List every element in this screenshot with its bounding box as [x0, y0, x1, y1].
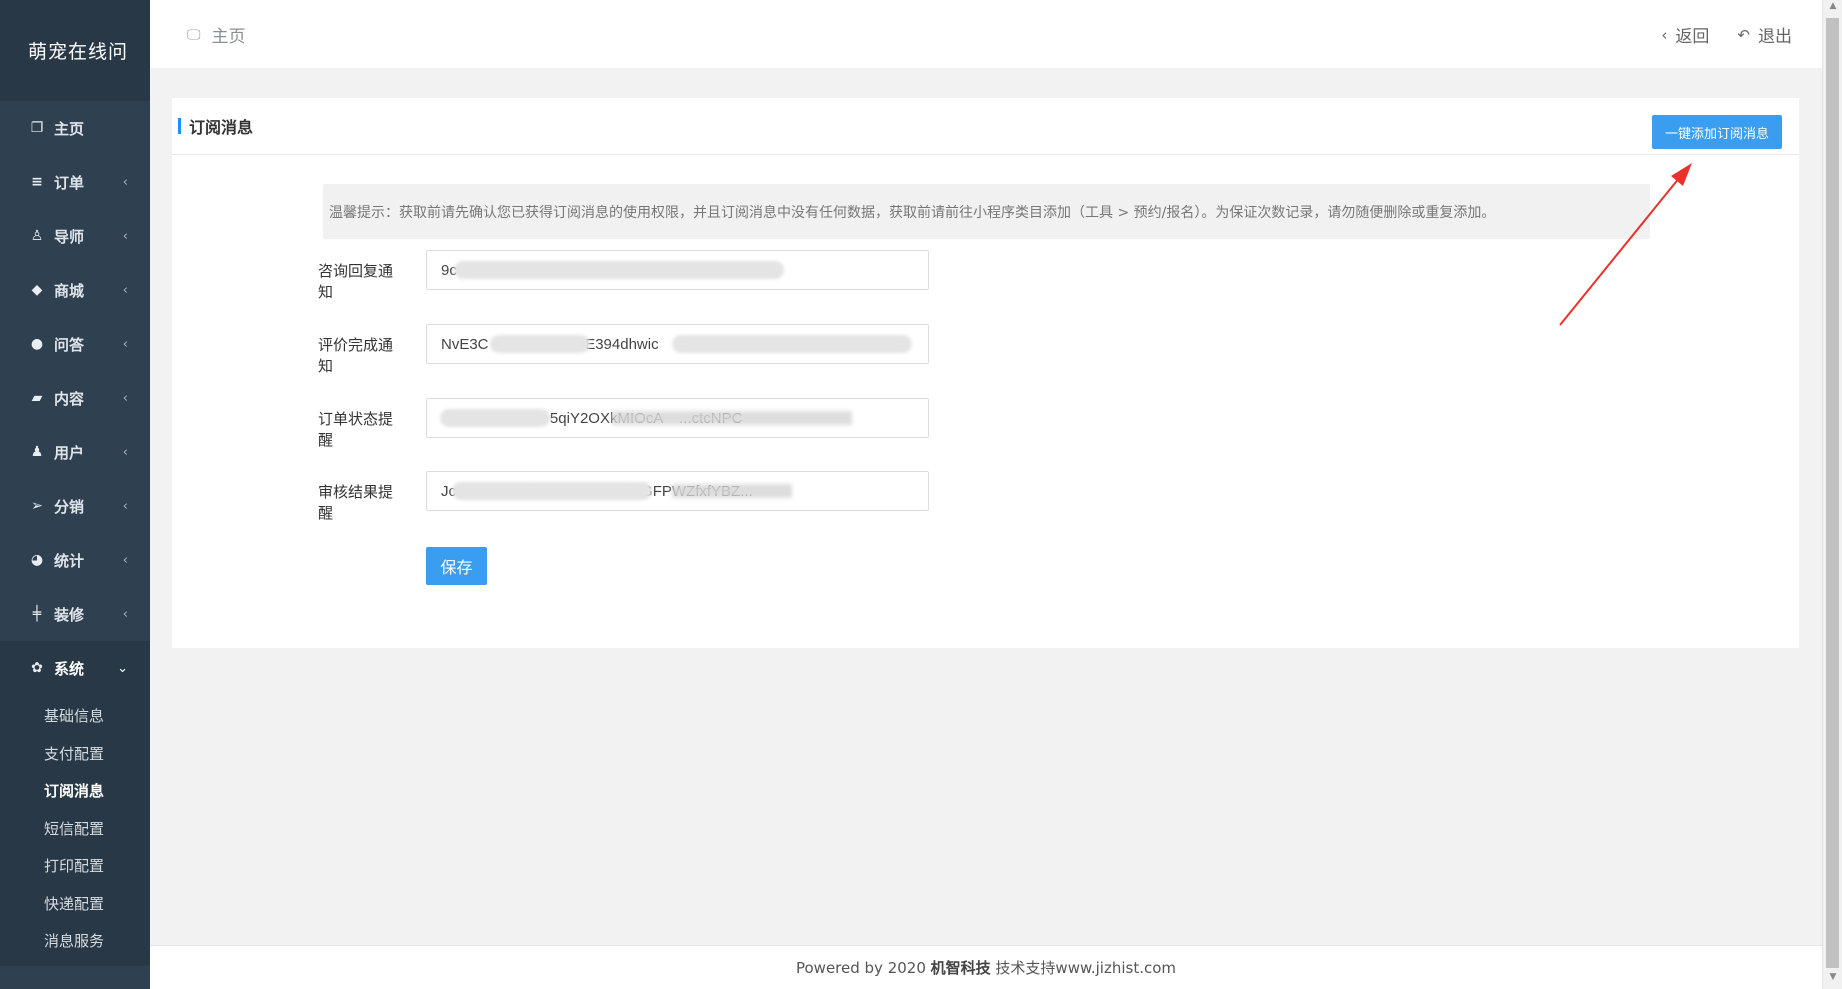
user-outline-icon: ♙: [30, 228, 44, 244]
back-label: 返回: [1675, 27, 1710, 47]
footer-company: 机智科技: [930, 959, 991, 977]
pie-chart-icon: ◕: [30, 552, 44, 568]
logout-label: 退出: [1758, 27, 1792, 47]
sidebar-item-8[interactable]: ◕ 统计 ‹: [0, 533, 150, 587]
chevron-left-icon: ‹: [122, 552, 128, 568]
sidebar-item-label: 内容: [54, 389, 85, 408]
chevron-left-icon: ‹: [122, 282, 128, 298]
sidebar-item-9[interactable]: ╪ 装修 ‹: [0, 587, 150, 641]
book-icon: ▰: [31, 390, 43, 406]
submenu-item-3[interactable]: 短信配置: [0, 810, 150, 848]
submenu-item-2[interactable]: 订阅消息: [0, 772, 150, 810]
chevron-down-icon: ⌄: [117, 660, 128, 676]
scroll-down-arrow-icon[interactable]: ▼: [1823, 972, 1842, 988]
card-title-text: 订阅消息: [189, 118, 254, 137]
subscription-card: 订阅消息 一键添加订阅消息 温馨提示：获取前请先确认您已获得订阅消息的使用权限，…: [172, 98, 1799, 648]
sidebar-item-6[interactable]: ♟ 用户 ‹: [0, 425, 150, 479]
form-row-order: 订单状态提醒: [172, 398, 932, 449]
copy-icon: ❐: [30, 120, 44, 136]
submenu-item-6[interactable]: 消息服务: [0, 922, 150, 960]
scroll-thumb[interactable]: [1826, 18, 1839, 968]
redaction-mark: [440, 409, 550, 427]
sliders-icon: ╪: [32, 606, 42, 622]
chevron-left-icon: ‹: [122, 336, 128, 352]
sidebar-item-label: 分销: [54, 497, 85, 516]
sidebar-item-2[interactable]: ♙ 导师 ‹: [0, 209, 150, 263]
reply-icon: ↶: [1737, 25, 1750, 44]
footer: Powered by 2020 机智科技 技术支持www.jizhist.com: [150, 945, 1822, 989]
user-icon: ♟: [30, 444, 44, 460]
monitor-icon: 🖵: [187, 26, 201, 43]
title-accent-bar: [178, 118, 181, 134]
sidebar-item-label: 订单: [54, 173, 85, 192]
chevron-left-icon: ‹: [122, 174, 128, 190]
save-button[interactable]: 保存: [426, 547, 487, 585]
sidebar-item-5[interactable]: ▰ 内容 ‹: [0, 371, 150, 425]
form-row-consult: 咨询回复通知: [172, 250, 932, 301]
sidebar-item-0[interactable]: ❐ 主页: [0, 101, 150, 155]
comment-icon: ●: [30, 336, 44, 352]
breadcrumb-home[interactable]: 主页: [212, 22, 246, 47]
sidebar-item-1[interactable]: ≡ 订单 ‹: [0, 155, 150, 209]
redaction-mark: [612, 411, 852, 425]
list-icon: ≡: [31, 174, 43, 190]
card-title: 订阅消息: [178, 114, 253, 138]
sidebar: 萌宠在线问 ❐ 主页 ≡ 订单 ‹ ♙ 导师 ‹ ◆ 商城 ‹ ● 问答 ‹ ▰ 内容 ‹ ♟ 用户 ‹ ➢ 分销 ‹ ◕ 统计…: [0, 0, 150, 989]
breadcrumb[interactable]: 🖵 主页: [187, 22, 246, 48]
sidebar-item-label: 系统: [54, 659, 85, 678]
notice-banner: 温馨提示：获取前请先确认您已获得订阅消息的使用权限，并且订阅消息中没有任何数据，…: [323, 184, 1650, 239]
card-header: 订阅消息 一键添加订阅消息: [172, 98, 1799, 155]
tags-icon: ◆: [31, 282, 43, 298]
field-label: 咨询回复通知: [318, 262, 394, 301]
field-label: 评价完成通知: [318, 336, 394, 375]
submenu-item-5[interactable]: 快递配置: [0, 885, 150, 923]
redaction-mark: [490, 335, 590, 353]
form-row-audit: 审核结果提醒: [172, 471, 932, 522]
system-submenu: 基础信息 支付配置 订阅消息 短信配置 打印配置 快递配置 消息服务: [0, 695, 150, 966]
sidebar-item-label: 主页: [54, 119, 85, 138]
footer-suffix: 技术支持www.jizhist.com: [990, 959, 1177, 977]
footer-prefix: Powered by 2020: [795, 959, 931, 977]
chevron-left-icon: ‹: [1661, 25, 1668, 44]
sidebar-item-label: 导师: [54, 227, 85, 246]
submenu-item-0[interactable]: 基础信息: [0, 697, 150, 735]
logout-button[interactable]: ↶ 退出: [1737, 22, 1792, 48]
form-row-review: 评价完成通知: [172, 324, 932, 375]
redaction-mark: [454, 261, 784, 279]
chevron-left-icon: ‹: [122, 228, 128, 244]
redaction-mark: [672, 335, 912, 353]
sidebar-item-label: 问答: [54, 335, 85, 354]
chevron-left-icon: ‹: [122, 606, 128, 622]
chevron-left-icon: ‹: [122, 390, 128, 406]
vertical-scrollbar[interactable]: ▲ ▼: [1822, 0, 1842, 989]
sidebar-item-label: 用户: [54, 443, 85, 462]
sidebar-item-4[interactable]: ● 问答 ‹: [0, 317, 150, 371]
field-label: 订单状态提醒: [318, 410, 394, 449]
gear-icon: ✿: [31, 660, 43, 676]
sidebar-item-10[interactable]: ✿ 系统 ⌄: [0, 641, 150, 695]
scroll-up-arrow-icon[interactable]: ▲: [1823, 1, 1842, 17]
sidebar-item-7[interactable]: ➢ 分销 ‹: [0, 479, 150, 533]
send-icon: ➢: [31, 498, 43, 514]
chevron-left-icon: ‹: [122, 498, 128, 514]
top-bar: 🖵 主页 ‹ 返回 ↶ 退出: [150, 0, 1822, 68]
sidebar-item-label: 统计: [54, 551, 85, 570]
add-subscription-button[interactable]: 一键添加订阅消息: [1651, 115, 1782, 149]
chevron-left-icon: ‹: [122, 444, 128, 460]
sidebar-item-label: 商城: [54, 281, 85, 300]
field-label: 审核结果提醒: [318, 483, 394, 522]
sidebar-item-label: 装修: [54, 605, 85, 624]
brand-logo-text: 萌宠在线问: [0, 0, 150, 101]
sidebar-item-3[interactable]: ◆ 商城 ‹: [0, 263, 150, 317]
back-button[interactable]: ‹ 返回: [1661, 22, 1710, 48]
submenu-item-1[interactable]: 支付配置: [0, 735, 150, 773]
submenu-item-4[interactable]: 打印配置: [0, 847, 150, 885]
redaction-mark: [452, 482, 652, 500]
redaction-mark: [672, 484, 792, 498]
